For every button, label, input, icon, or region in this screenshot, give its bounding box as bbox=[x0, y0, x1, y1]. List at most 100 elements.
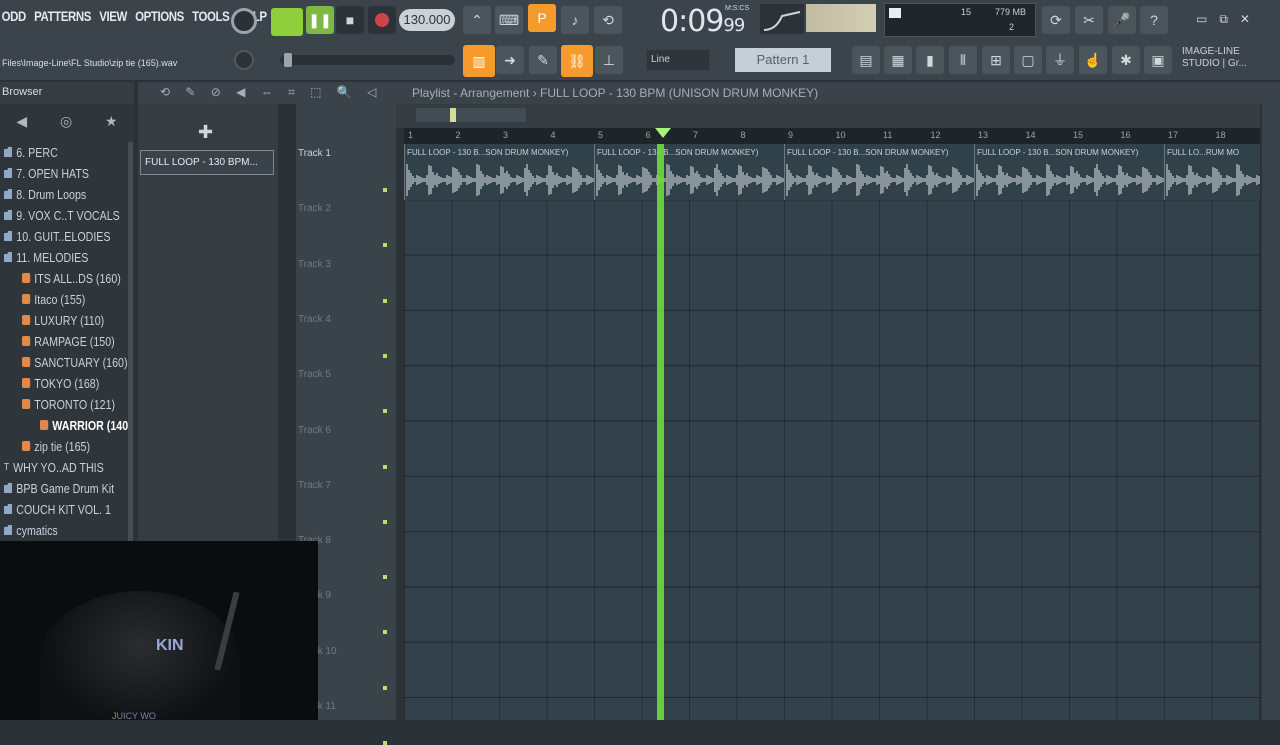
tempo-display[interactable]: 130.000 bbox=[399, 9, 455, 31]
browser-item[interactable]: Itaco (155) bbox=[22, 289, 85, 309]
browser-item[interactable]: 11. MELODIES bbox=[4, 247, 88, 267]
master-pitch-slider[interactable] bbox=[280, 53, 455, 67]
draw-tool-icon[interactable]: ✎ bbox=[529, 46, 557, 74]
playhead-marker[interactable] bbox=[655, 128, 671, 138]
news-icon[interactable]: ▣ bbox=[1144, 46, 1172, 74]
stop-button[interactable]: ■ bbox=[336, 6, 364, 34]
tools-icon[interactable]: ✱ bbox=[1112, 46, 1140, 74]
browser-item[interactable]: TORONTO (121) bbox=[22, 394, 115, 414]
track-mute-led[interactable] bbox=[383, 298, 387, 303]
track-mute-led[interactable] bbox=[383, 519, 387, 524]
track-mute-led[interactable] bbox=[383, 685, 387, 690]
record-button[interactable] bbox=[368, 6, 396, 34]
track-mute-led[interactable] bbox=[383, 188, 387, 192]
track-mute-led[interactable] bbox=[383, 353, 387, 358]
playlist-icon[interactable]: ▤ bbox=[852, 46, 880, 74]
browser-item[interactable]: zip tie (165) bbox=[22, 436, 90, 456]
cut-icon[interactable]: ✂ bbox=[1075, 6, 1103, 34]
cpu-monitor[interactable]: 15 779 MB 2 bbox=[884, 3, 1036, 37]
stamp-icon[interactable]: ⊥ bbox=[595, 46, 623, 74]
arrow-tool-icon[interactable]: ➜ bbox=[496, 46, 524, 74]
horizontal-scroll[interactable] bbox=[416, 108, 526, 122]
browser-item[interactable]: WARRIOR (140) bbox=[40, 415, 132, 435]
audio-clip[interactable]: FULL LOOP - 130 B...SON DRUM MONKEY) bbox=[784, 144, 974, 200]
browser-item[interactable]: T WHY YO..AD THIS bbox=[4, 457, 104, 477]
track-name[interactable]: Track 2 bbox=[298, 203, 331, 214]
browser-item[interactable]: 10. GUIT..ELODIES bbox=[4, 226, 110, 246]
refresh-icon[interactable]: ⟳ bbox=[1042, 6, 1070, 34]
timeline-ruler[interactable]: 1 2 3 4 5 6 7 8 9 10 11 12 13 14 15 16 17 18 bbox=[404, 128, 1260, 144]
track-mute-led[interactable] bbox=[383, 741, 387, 745]
menu-item-patterns[interactable]: PATTERNS bbox=[32, 8, 92, 32]
playhead[interactable] bbox=[657, 144, 664, 720]
audio-clip[interactable]: FULL LOOP - 130 B...SON DRUM MONKEY) bbox=[404, 144, 594, 200]
webcam-shirt-text: KIN bbox=[156, 637, 184, 654]
snap-select[interactable]: Line bbox=[647, 50, 709, 70]
metronome-icon[interactable]: ♪ bbox=[561, 6, 589, 34]
star-icon[interactable]: ★ bbox=[105, 113, 118, 130]
channel-rack-icon[interactable]: ▦ bbox=[884, 46, 912, 74]
vertical-scrollbar[interactable] bbox=[1262, 104, 1280, 720]
menu-item-view[interactable]: VIEW bbox=[98, 8, 129, 32]
menu-item-options[interactable]: OPTIONS bbox=[133, 8, 185, 32]
track-name[interactable]: Track 4 bbox=[298, 314, 331, 325]
browser-item[interactable]: ITS ALL..DS (160) bbox=[22, 268, 121, 288]
audio-clip[interactable]: FULL LOOP - 130 B...SON DRUM MONKEY) bbox=[974, 144, 1164, 200]
playlist-grid[interactable] bbox=[404, 144, 1260, 720]
track-mute-led[interactable] bbox=[383, 575, 387, 580]
browser-item[interactable]: cymatics bbox=[4, 520, 58, 540]
track-mute-led[interactable] bbox=[383, 409, 387, 414]
browser-icon[interactable]: ⫴ bbox=[949, 46, 977, 74]
menu-item-tools[interactable]: TOOLS bbox=[190, 8, 231, 32]
mixer-icon[interactable]: ▮ bbox=[916, 46, 944, 74]
channel-clip-button[interactable]: FULL LOOP - 130 BPM... bbox=[140, 150, 274, 175]
loop-record-icon[interactable]: ⟲ bbox=[594, 6, 622, 34]
track-mute-led[interactable] bbox=[383, 630, 387, 635]
playlist-tools-icons[interactable]: ⟲ ✎ ⊘ ◀ ⇔ ⌗ ⬚ 🔍 ◁ bbox=[160, 85, 382, 100]
master-volume-knob[interactable] bbox=[231, 8, 257, 34]
menu-item-odd[interactable]: ODD bbox=[0, 8, 28, 32]
browser-item[interactable]: RAMPAGE (150) bbox=[22, 331, 115, 351]
track-name[interactable]: Track 7 bbox=[298, 480, 331, 491]
track-name[interactable]: Track 5 bbox=[298, 369, 331, 380]
close-icon[interactable]: ✕ bbox=[1240, 12, 1250, 27]
piano-roll-icon[interactable]: ▥ bbox=[463, 45, 495, 77]
touch-icon[interactable]: ☝ bbox=[1079, 46, 1107, 74]
pause-button[interactable]: ❚❚ bbox=[306, 6, 334, 34]
hint-knob[interactable] bbox=[234, 50, 254, 70]
track-name[interactable]: Track 6 bbox=[298, 425, 331, 436]
browser-item[interactable]: LUXURY (110) bbox=[22, 310, 104, 330]
snap-icon[interactable]: ⌃ bbox=[463, 6, 491, 34]
step-edit-icon[interactable]: P bbox=[528, 4, 556, 32]
track-name[interactable]: Track 1 bbox=[298, 148, 331, 159]
track-mute-led[interactable] bbox=[383, 243, 387, 248]
browser-item[interactable]: SANCTUARY (160) bbox=[22, 352, 128, 372]
project-icon[interactable]: ▢ bbox=[1014, 46, 1042, 74]
browser-item[interactable]: 9. VOX C..T VOCALS bbox=[4, 205, 120, 225]
audio-clip-row[interactable]: FULL LOOP - 130 B...SON DRUM MONKEY) FULL… bbox=[404, 144, 1260, 200]
browser-item[interactable]: TOKYO (168) bbox=[22, 373, 99, 393]
plugin-icon[interactable]: ⏚ bbox=[1046, 46, 1074, 74]
audio-clip[interactable]: FULL LO...RUM MO bbox=[1164, 144, 1260, 200]
restore-icon[interactable]: ⧉ bbox=[1219, 12, 1228, 27]
browser-item[interactable]: BPB Game Drum Kit bbox=[4, 478, 114, 498]
audio-clip[interactable]: FULL LOOP - 130 B...SON DRUM MONKEY) bbox=[594, 144, 784, 200]
search-icon[interactable]: ◎ bbox=[60, 113, 72, 130]
help-icon[interactable]: ? bbox=[1140, 6, 1168, 34]
add-icon[interactable]: ✚ bbox=[198, 122, 213, 143]
browser-item[interactable]: 8. Drum Loops bbox=[4, 184, 86, 204]
plugin-picker-icon[interactable]: ⊞ bbox=[982, 46, 1010, 74]
typing-keyboard-icon[interactable]: ⌨ bbox=[495, 6, 523, 34]
link-icon[interactable]: ⛓ bbox=[561, 45, 593, 77]
browser-item[interactable]: 6. PERC bbox=[4, 142, 58, 162]
collapse-icon[interactable]: ◀ bbox=[16, 113, 27, 130]
pattern-selector[interactable]: Pattern 1 bbox=[735, 48, 831, 72]
browser-item[interactable]: COUCH KIT VOL. 1 bbox=[4, 499, 111, 519]
track-name[interactable]: Track 3 bbox=[298, 259, 331, 270]
microphone-icon[interactable]: 🎤 bbox=[1108, 6, 1136, 34]
browser-item-label: TOKYO (168) bbox=[34, 375, 100, 391]
minimize-icon[interactable]: ▭ bbox=[1196, 12, 1207, 27]
browser-item[interactable]: 7. OPEN HATS bbox=[4, 163, 89, 183]
song-mode-toggle[interactable] bbox=[271, 8, 303, 36]
track-mute-led[interactable] bbox=[383, 464, 387, 469]
